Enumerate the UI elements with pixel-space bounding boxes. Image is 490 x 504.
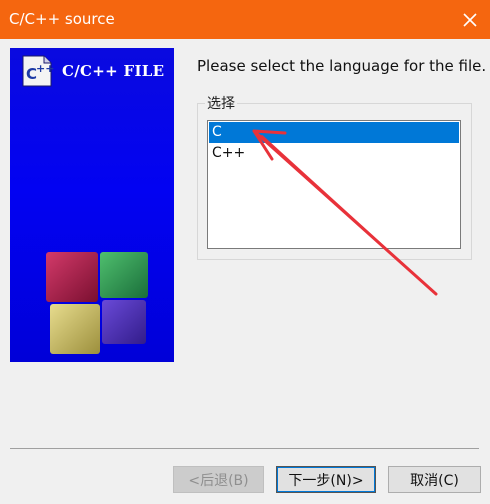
close-icon: [463, 12, 477, 27]
window-title: C/C++ source: [9, 10, 115, 28]
banner-title: C/C++ FILE: [62, 62, 165, 80]
language-prompt: Please select the language for the file.: [197, 57, 487, 75]
four-cubes-icon: [46, 252, 148, 354]
group-legend: 选择: [205, 93, 237, 113]
title-bar: C/C++ source: [0, 0, 490, 39]
language-listbox[interactable]: C C++: [207, 120, 461, 249]
next-button[interactable]: 下一步(N)>: [276, 466, 376, 493]
svg-text:++: ++: [36, 62, 54, 75]
back-button[interactable]: <后退(B): [173, 466, 264, 493]
cancel-button[interactable]: 取消(C): [388, 466, 481, 493]
close-button[interactable]: [450, 0, 490, 39]
c-plus-plus-file-icon: C ++: [22, 55, 54, 87]
wizard-banner: C ++ C/C++ FILE: [10, 48, 174, 362]
list-item-c[interactable]: C: [209, 122, 459, 143]
button-divider: [10, 448, 479, 449]
list-item-cpp[interactable]: C++: [209, 143, 459, 164]
